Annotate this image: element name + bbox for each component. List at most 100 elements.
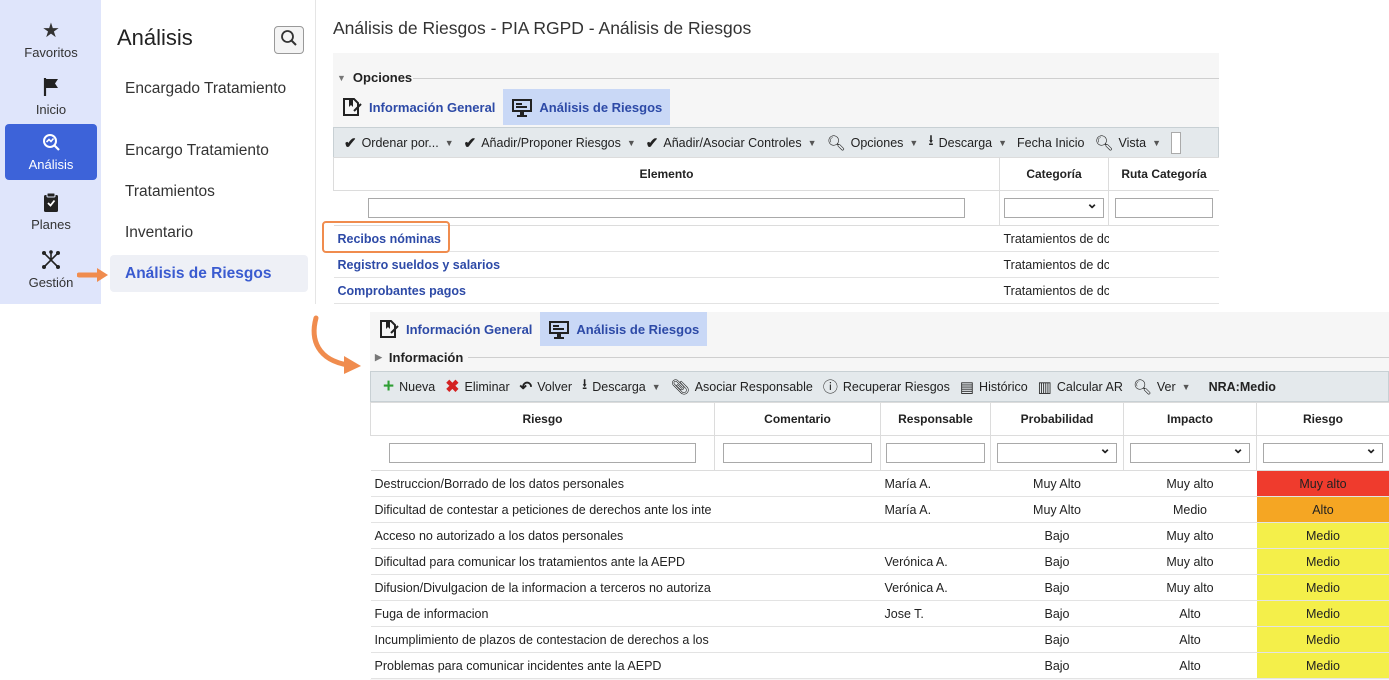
tab-analisis-riesgos[interactable]: Análisis de Riesgos [540, 312, 708, 346]
tab-analisis-riesgos[interactable]: Análisis de Riesgos [503, 89, 671, 125]
tab-label: Análisis de Riesgos [539, 99, 663, 115]
ruta-cell [1108, 251, 1219, 278]
riesgo-filter-select[interactable] [1263, 440, 1383, 463]
info-section-header[interactable]: ▶ Información [375, 350, 463, 365]
risk-level-cell: Medio [1256, 522, 1389, 549]
plans-icon [42, 192, 60, 214]
probabilidad-cell: Bajo [990, 574, 1124, 601]
menu-item-tratamientos[interactable]: Tratamientos [125, 181, 305, 202]
new-button[interactable]: + Nueva [383, 376, 435, 398]
table-row[interactable]: Recibos nóminas Tratamientos de dc [333, 225, 1219, 252]
recover-risks-button[interactable]: ⓘ Recuperar Riesgos [823, 376, 950, 397]
table-row[interactable]: Incumplimiento de plazos de contestacion… [370, 626, 1389, 653]
tab-informacion-general[interactable]: Información General [370, 312, 540, 346]
tab-label: Información General [406, 321, 533, 337]
download-dropdown[interactable]: ⭳ Descarga ▼ [928, 130, 1007, 155]
probabilidad-filter-select[interactable] [997, 440, 1117, 463]
menu-item-inventario[interactable]: Inventario [125, 222, 305, 243]
column-header-probabilidad[interactable]: Probabilidad [990, 402, 1124, 436]
rail-item-planes[interactable]: Planes [5, 184, 97, 240]
ruta-filter-input[interactable] [1115, 198, 1213, 218]
menu-item-analisis-riesgos[interactable]: Análisis de Riesgos [110, 255, 308, 292]
element-link[interactable]: Registro sueldos y salarios [338, 258, 501, 272]
table-row[interactable]: Difusion/Divulgacion de la informacion a… [370, 574, 1389, 601]
column-header-nivel-riesgo[interactable]: Riesgo [1256, 402, 1389, 436]
element-link[interactable]: Comprobantes pagos [338, 284, 467, 298]
options-dropdown[interactable]: 🔍︎ Opciones ▼ [827, 134, 919, 152]
rail-item-analisis[interactable]: Análisis [5, 124, 97, 180]
sort-dropdown[interactable]: ✔ Ordenar por... ▼ [344, 134, 454, 152]
toolbar-overflow-field[interactable] [1170, 131, 1181, 154]
start-date-label: Fecha Inicio [1017, 135, 1085, 150]
caret-down-icon: ▼ [651, 381, 661, 392]
rail-item-inicio[interactable]: Inicio [5, 69, 97, 125]
alert-circle-icon: ⓘ [822, 379, 838, 396]
rail-item-favoritos[interactable]: ★ Favoritos [5, 12, 97, 68]
table-row[interactable]: Registro sueldos y salarios Tratamientos… [333, 251, 1219, 278]
riesgo-cell: Incumplimiento de plazos de contestacion… [370, 626, 715, 653]
riesgo-cell: Difusion/Divulgacion de la informacion a… [370, 574, 715, 601]
add-controls-label: Añadir/Asociar Controles [663, 135, 802, 150]
add-controls-dropdown[interactable]: ✔ Añadir/Asociar Controles ▼ [646, 134, 817, 152]
star-icon: ★ [42, 20, 60, 42]
table-row[interactable]: Acceso no autorizado a los datos persona… [370, 522, 1389, 549]
start-date-button[interactable]: Fecha Inicio [1017, 136, 1084, 150]
new-label: Nueva [399, 379, 436, 394]
column-header-elemento[interactable]: Elemento [333, 157, 1000, 191]
column-header-ruta-categoria[interactable]: Ruta Categoría [1108, 157, 1219, 191]
table-row[interactable]: Destruccion/Borrado de los datos persona… [370, 470, 1389, 497]
impacto-cell: Medio [1123, 496, 1257, 523]
table-row[interactable]: Dificultad de contestar a peticiones de … [370, 496, 1389, 523]
column-header-categoria[interactable]: Categoría [999, 157, 1109, 191]
network-icon [41, 250, 61, 272]
section-divider [413, 78, 1219, 79]
delete-x-icon: ✖ [445, 376, 460, 396]
probabilidad-cell: Bajo [990, 652, 1124, 679]
table-row[interactable]: Fuga de informacion Jose T. Bajo Alto Me… [370, 600, 1389, 627]
options-label: Opciones [850, 135, 904, 150]
delete-button[interactable]: ✖ Eliminar [445, 377, 509, 397]
tab-informacion-general[interactable]: Información General [333, 89, 503, 125]
risk-level-cell: Medio [1256, 574, 1389, 601]
menu-item-encargo-tratamiento[interactable]: Encargo Tratamiento [125, 140, 305, 161]
history-button[interactable]: ▤ Histórico [960, 378, 1028, 396]
assign-responsible-button[interactable]: 📎︎ Asociar Responsable [671, 378, 813, 396]
probabilidad-cell: Bajo [990, 548, 1124, 575]
impacto-cell: Muy alto [1123, 522, 1257, 549]
column-header-impacto[interactable]: Impacto [1123, 402, 1257, 436]
options-section-header[interactable]: ▼ Opciones [337, 70, 412, 85]
categoria-cell: Tratamientos de dc [999, 225, 1109, 252]
view-dropdown[interactable]: 🔍︎ Ver ▼ [1133, 378, 1191, 396]
back-button[interactable]: ↶ Volver [520, 378, 572, 396]
info-book-icon [343, 98, 362, 116]
responsable-cell: Verónica A. [880, 548, 991, 575]
categoria-filter-select[interactable] [1004, 195, 1104, 218]
impacto-cell: Muy alto [1123, 470, 1257, 497]
column-header-comentario[interactable]: Comentario [714, 402, 881, 436]
delete-label: Eliminar [464, 379, 510, 394]
download-dropdown[interactable]: ⭳ Descarga ▼ [582, 374, 661, 399]
impacto-filter-select[interactable] [1130, 440, 1250, 463]
column-header-responsable[interactable]: Responsable [880, 402, 991, 436]
riesgo-filter-input[interactable] [388, 443, 696, 463]
menu-item-encargado-tratamiento[interactable]: Encargado Tratamiento [125, 78, 305, 99]
elements-table: Elemento Categoría Ruta Categoría Recibo… [333, 157, 1219, 304]
column-header-riesgo[interactable]: Riesgo [370, 402, 715, 436]
collapse-triangle-icon: ▼ [337, 72, 346, 83]
table-row[interactable]: Dificultad para comunicar los tratamient… [370, 548, 1389, 575]
responsable-filter-input[interactable] [886, 443, 985, 463]
comentario-cell [714, 600, 881, 627]
expand-triangle-icon: ▶ [375, 352, 382, 362]
add-risks-dropdown[interactable]: ✔ Añadir/Proponer Riesgos ▼ [464, 134, 636, 152]
table-row[interactable]: Problemas para comunicar incidentes ante… [370, 652, 1389, 679]
menu-search-button[interactable] [274, 26, 304, 54]
responsable-cell: Verónica A. [880, 574, 991, 601]
table-row[interactable]: Comprobantes pagos Tratamientos de dc [333, 277, 1219, 304]
view-dropdown[interactable]: 🔍︎ Vista ▼ [1094, 134, 1161, 152]
info-section-label: Información [388, 350, 464, 365]
calculate-ar-button[interactable]: ▥ Calcular AR [1038, 378, 1123, 396]
caret-down-icon: ▼ [626, 137, 636, 148]
comentario-cell [714, 574, 881, 601]
elemento-filter-input[interactable] [367, 198, 965, 218]
comentario-filter-input[interactable] [723, 443, 872, 463]
